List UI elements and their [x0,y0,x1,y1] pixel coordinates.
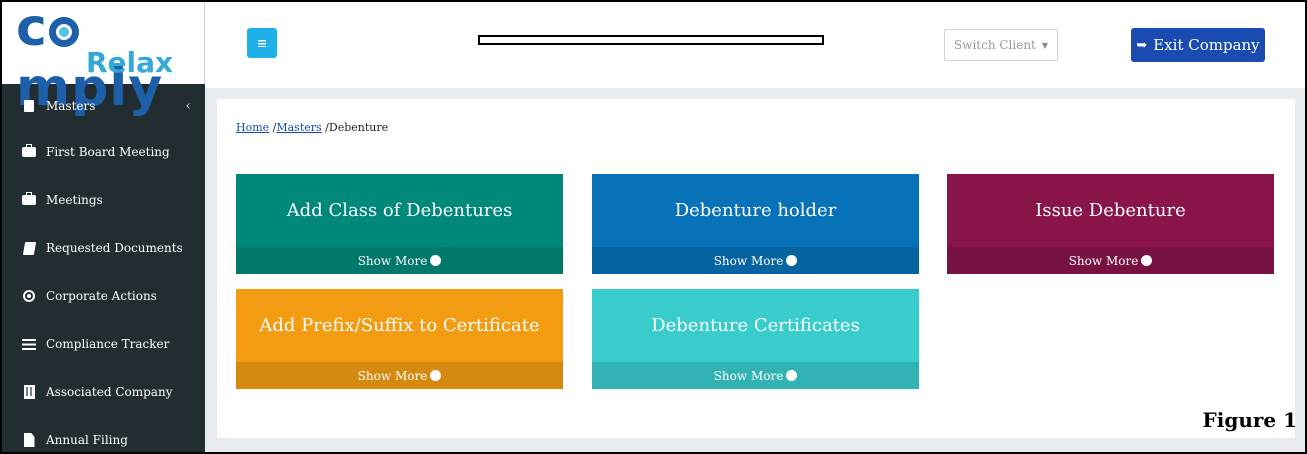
card-debenture-certificates[interactable]: Debenture Certificates Show More ➜ [592,289,919,389]
logo[interactable]: cmply Relax [2,2,205,118]
show-more-label: Show More [357,368,428,383]
sidebar-item-first-board-meeting[interactable]: First Board Meeting [2,128,205,176]
sidebar: cmply Relax Masters ‹ First Board Meetin… [2,2,205,452]
card-title: Issue Debenture [1035,200,1186,221]
caret-down-icon: ▼ [1041,40,1049,50]
logo-tagline: Relax [86,46,174,79]
sidebar-item-annual-filing[interactable]: Annual Filing [2,416,205,452]
sign-out-icon: ➥ [1136,37,1148,53]
figure-caption: Figure 1 [1202,408,1297,432]
arrow-circle-right-icon: ➜ [430,370,442,381]
card-title: Debenture Certificates [651,315,860,336]
sidebar-item-label: Masters [46,99,96,113]
logo-o-icon [48,17,79,47]
sidebar-item-label: Corporate Actions [46,289,157,303]
arrow-circle-right-icon: ➜ [1141,255,1153,266]
show-more-link[interactable]: Show More ➜ [236,247,563,274]
list-icon [22,337,36,351]
exit-company-button[interactable]: ➥ Exit Company [1131,28,1265,62]
sidebar-item-label: Meetings [46,193,103,207]
exit-company-label: Exit Company [1153,36,1260,54]
breadcrumb: Home /Masters /Debenture [236,121,388,134]
show-more-link[interactable]: Show More ➜ [592,247,919,274]
book-icon [22,241,36,255]
app-window: cmply Relax Masters ‹ First Board Meetin… [0,0,1307,454]
sidebar-item-label: Associated Company [46,385,173,399]
menu-toggle-button[interactable] [247,28,277,58]
breadcrumb-separator: / [321,121,329,134]
office-icon [22,385,36,399]
arrow-circle-right-icon: ➜ [786,370,798,381]
hamburger-icon [258,39,266,47]
file-icon [22,433,36,447]
sidebar-item-meetings[interactable]: Meetings [2,176,205,224]
breadcrumb-current: Debenture [328,121,389,134]
switch-client-dropdown[interactable]: Switch Client ▼ [944,29,1058,61]
arrow-circle-right-icon: ➜ [786,255,798,266]
top-header: Switch Client ▼ ➥ Exit Company [205,2,1305,88]
show-more-label: Show More [357,253,428,268]
sidebar-item-masters[interactable]: Masters ‹ [2,84,205,128]
sidebar-item-requested-documents[interactable]: Requested Documents [2,224,205,272]
sidebar-nav: Masters ‹ First Board Meeting Meetings R… [2,84,205,452]
card-debenture-holder[interactable]: Debenture holder Show More ➜ [592,174,919,274]
card-title: Add Class of Debentures [286,200,513,221]
sidebar-item-label: First Board Meeting [46,145,170,159]
target-icon [22,289,36,303]
redacted-company-name [478,35,824,45]
show-more-link[interactable]: Show More ➜ [236,362,563,389]
breadcrumb-masters-link[interactable]: Masters [276,121,321,134]
card-add-class-of-debentures[interactable]: Add Class of Debentures Show More ➜ [236,174,563,274]
breadcrumb-home-link[interactable]: Home [236,121,269,134]
chevron-left-icon: ‹ [185,98,191,114]
arrow-circle-right-icon: ➜ [430,255,442,266]
show-more-link[interactable]: Show More ➜ [947,247,1274,274]
sidebar-item-compliance-tracker[interactable]: Compliance Tracker [2,320,205,368]
show-more-link[interactable]: Show More ➜ [592,362,919,389]
show-more-label: Show More [713,368,784,383]
show-more-label: Show More [713,253,784,268]
card-title: Debenture holder [674,200,837,221]
card-title: Add Prefix/Suffix to Certificate [259,315,540,336]
briefcase-icon [22,192,36,207]
show-more-label: Show More [1068,253,1139,268]
switch-client-label: Switch Client [953,38,1036,52]
card-issue-debenture[interactable]: Issue Debenture Show More ➜ [947,174,1274,274]
content-panel: Home /Masters /Debenture Add Class of De… [217,99,1295,438]
card-add-prefix-suffix[interactable]: Add Prefix/Suffix to Certificate Show Mo… [236,289,563,389]
building-icon [22,99,36,113]
sidebar-item-associated-company[interactable]: Associated Company [2,368,205,416]
sidebar-item-label: Annual Filing [46,433,128,447]
briefcase-icon [22,144,36,159]
sidebar-item-label: Compliance Tracker [46,337,170,351]
sidebar-item-corporate-actions[interactable]: Corporate Actions [2,272,205,320]
sidebar-item-label: Requested Documents [46,241,183,255]
